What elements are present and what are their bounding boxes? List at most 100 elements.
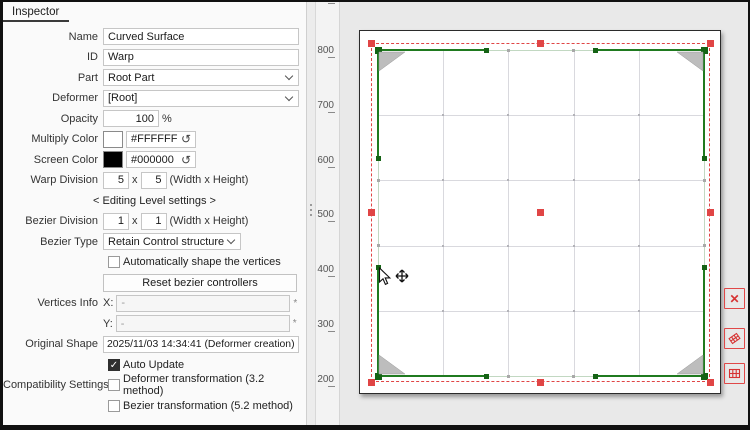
deformer-edge[interactable]: [378, 375, 487, 377]
edge-grid-dot: [377, 244, 380, 247]
bezier-transformation-checkbox[interactable]: [108, 400, 120, 412]
ruler-tick: [328, 331, 335, 332]
rotate-deformer-button[interactable]: [724, 328, 745, 349]
bezier-control-point[interactable]: [702, 156, 707, 161]
selection-handle[interactable]: [537, 209, 544, 216]
deformer-edge-middle[interactable]: [378, 159, 379, 268]
grid-line-horizontal: [378, 311, 704, 312]
deformer-dropdown[interactable]: [Root]: [103, 90, 299, 107]
bezier-control-point[interactable]: [702, 265, 707, 270]
original-shape-value[interactable]: 2025/11/03 14:34:41 (Deformer creation): [103, 336, 299, 353]
edge-grid-dot: [703, 244, 706, 247]
multiply-color-label: Multiply Color: [3, 133, 103, 145]
selection-handle[interactable]: [368, 209, 375, 216]
reset-icon[interactable]: ↺: [181, 154, 191, 166]
chevron-down-icon: [227, 236, 235, 244]
deformer-corner-vertex[interactable]: [375, 47, 382, 54]
selection-handle[interactable]: [707, 379, 714, 386]
vertices-x-label: X:: [103, 297, 113, 309]
vertices-x-star[interactable]: *: [293, 298, 297, 309]
grid-intersection-dot: [638, 245, 640, 247]
selection-handle[interactable]: [537, 379, 544, 386]
reset-bezier-button[interactable]: Reset bezier controllers: [103, 274, 297, 292]
screen-color-hex-input[interactable]: #000000 ↺: [126, 151, 196, 168]
deformer-edge-middle[interactable]: [704, 159, 705, 268]
bezier-control-point[interactable]: [376, 156, 381, 161]
id-input[interactable]: Warp: [103, 49, 299, 66]
auto-shape-checkbox[interactable]: [108, 256, 120, 268]
reset-icon[interactable]: ↺: [181, 133, 191, 145]
compatibility-label: Compatibility Settings: [3, 379, 103, 391]
grid-intersection-dot: [573, 310, 575, 312]
bezier-control-point[interactable]: [593, 374, 598, 379]
warp-deformer-button[interactable]: [724, 363, 745, 384]
multiply-color-swatch[interactable]: [103, 131, 123, 148]
deformer-corner-vertex[interactable]: [701, 47, 708, 54]
close-icon: ✕: [729, 292, 739, 306]
bezier-control-point[interactable]: [376, 265, 381, 270]
deformer-transformation-checkbox[interactable]: [108, 379, 120, 391]
deformer-edge[interactable]: [703, 50, 705, 159]
grid-intersection-dot: [638, 179, 640, 181]
vertices-info-y-row: Y: - *: [3, 314, 306, 334]
vertices-y-value: -: [116, 315, 290, 332]
selection-handle[interactable]: [368, 40, 375, 47]
bezier-division-width-input[interactable]: 1: [103, 213, 129, 230]
grid-intersection-dot: [442, 310, 444, 312]
warp-division-label: Warp Division: [3, 174, 103, 186]
screen-color-label: Screen Color: [3, 154, 103, 166]
tab-inspector[interactable]: Inspector: [12, 6, 59, 18]
panel-splitter[interactable]: [306, 2, 316, 425]
bezier-type-dropdown[interactable]: Retain Control structure: [103, 233, 241, 250]
grid-intersection-dot: [573, 114, 575, 116]
grid-intersection-dot: [507, 179, 509, 181]
name-input[interactable]: Curved Surface: [103, 28, 299, 45]
part-dropdown[interactable]: Root Part: [103, 69, 299, 86]
grid-intersection-dot: [507, 114, 509, 116]
part-row: Part Root Part: [3, 68, 306, 88]
multiply-color-hex-input[interactable]: #FFFFFF ↺: [126, 131, 196, 148]
auto-update-label: Auto Update: [123, 359, 184, 371]
deformer-edge[interactable]: [378, 49, 487, 51]
original-shape-label: Original Shape: [3, 338, 103, 350]
ruler-tick: [328, 112, 335, 113]
opacity-input[interactable]: 100: [103, 110, 159, 127]
vertices-x-value: -: [116, 295, 290, 312]
deformer-row: Deformer [Root]: [3, 89, 306, 109]
deformer-edge[interactable]: [377, 50, 379, 159]
delete-deformer-button[interactable]: ✕: [724, 288, 745, 309]
selection-handle[interactable]: [707, 209, 714, 216]
warp-division-width-input[interactable]: 5: [103, 172, 129, 189]
deformer-transformation-label: Deformer transformation (3.2 method): [123, 373, 306, 397]
model-document[interactable]: [359, 30, 721, 394]
bezier-division-row: Bezier Division 1 x 1 (Width x Height): [3, 212, 306, 232]
grid-intersection-dot: [638, 114, 640, 116]
deformer-edge-middle[interactable]: [487, 50, 596, 51]
deformer-edge-middle[interactable]: [487, 376, 596, 377]
deformer-edge[interactable]: [703, 267, 705, 376]
bezier-division-height-input[interactable]: 1: [141, 213, 167, 230]
vertices-y-star[interactable]: *: [293, 318, 297, 329]
canvas-viewport[interactable]: ✕: [340, 2, 748, 425]
deformer-edge[interactable]: [377, 267, 379, 376]
ruler-label: 200: [317, 374, 334, 385]
part-dropdown-value: Root Part: [108, 72, 154, 84]
auto-update-row: ✓ Auto Update: [3, 355, 306, 375]
opacity-label: Opacity: [3, 113, 103, 125]
bezier-control-point[interactable]: [484, 374, 489, 379]
grid-line-vertical: [639, 50, 640, 376]
deformer-edge[interactable]: [595, 49, 704, 51]
vertices-info-label: Vertices Info: [3, 297, 103, 309]
screen-color-swatch[interactable]: [103, 151, 123, 168]
bezier-transformation-label: Bezier transformation (5.2 method): [123, 400, 293, 412]
inspector-panel: Inspector Name Curved Surface ID Warp Pa…: [3, 2, 306, 425]
deformer-edge[interactable]: [595, 375, 704, 377]
bezier-control-point[interactable]: [484, 48, 489, 53]
auto-update-checkbox[interactable]: ✓: [108, 359, 120, 371]
selection-handle[interactable]: [707, 40, 714, 47]
bezier-control-point[interactable]: [593, 48, 598, 53]
deformer-corner-vertex[interactable]: [375, 373, 382, 380]
selection-handle[interactable]: [537, 40, 544, 47]
warp-division-height-input[interactable]: 5: [141, 172, 167, 189]
selection-handle[interactable]: [368, 379, 375, 386]
